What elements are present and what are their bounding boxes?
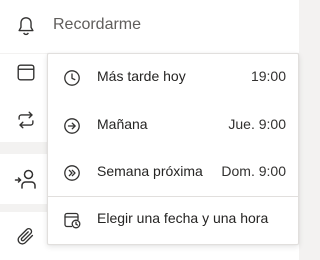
menu-item-label: Elegir una fecha y una hora bbox=[97, 210, 269, 226]
calendar-clock-icon bbox=[63, 211, 81, 229]
calendar-icon[interactable] bbox=[14, 60, 38, 84]
menu-item-pick-date-time[interactable]: Elegir una fecha y una hora bbox=[48, 197, 298, 243]
remind-me-row[interactable]: Recordarme bbox=[0, 0, 299, 53]
menu-item-later-today[interactable]: Más tarde hoy 19:00 bbox=[48, 54, 298, 101]
task-details-panel: Recordarme Más tarde hoy 19:00 Mañana Ju… bbox=[0, 0, 299, 260]
menu-item-label: Semana próxima bbox=[97, 163, 203, 179]
menu-item-time: 19:00 bbox=[250, 68, 286, 84]
remind-me-label: Recordarme bbox=[53, 16, 142, 33]
reminder-options-menu: Más tarde hoy 19:00 Mañana Jue. 9:00 Sem… bbox=[47, 53, 299, 245]
menu-item-label: Mañana bbox=[97, 116, 148, 132]
menu-item-tomorrow[interactable]: Mañana Jue. 9:00 bbox=[48, 102, 298, 149]
assign-person-icon[interactable] bbox=[14, 167, 38, 191]
arrow-right-circle-icon bbox=[63, 117, 81, 135]
clock-icon bbox=[63, 69, 81, 87]
menu-item-label: Más tarde hoy bbox=[97, 68, 186, 84]
repeat-icon[interactable] bbox=[14, 108, 38, 132]
menu-item-time: Jue. 9:00 bbox=[228, 116, 286, 132]
attachment-icon[interactable] bbox=[14, 224, 38, 248]
double-arrow-right-circle-icon bbox=[63, 164, 81, 182]
menu-item-next-week[interactable]: Semana próxima Dom. 9:00 bbox=[48, 149, 298, 196]
menu-item-time: Dom. 9:00 bbox=[221, 163, 286, 179]
bell-icon[interactable] bbox=[14, 14, 38, 38]
